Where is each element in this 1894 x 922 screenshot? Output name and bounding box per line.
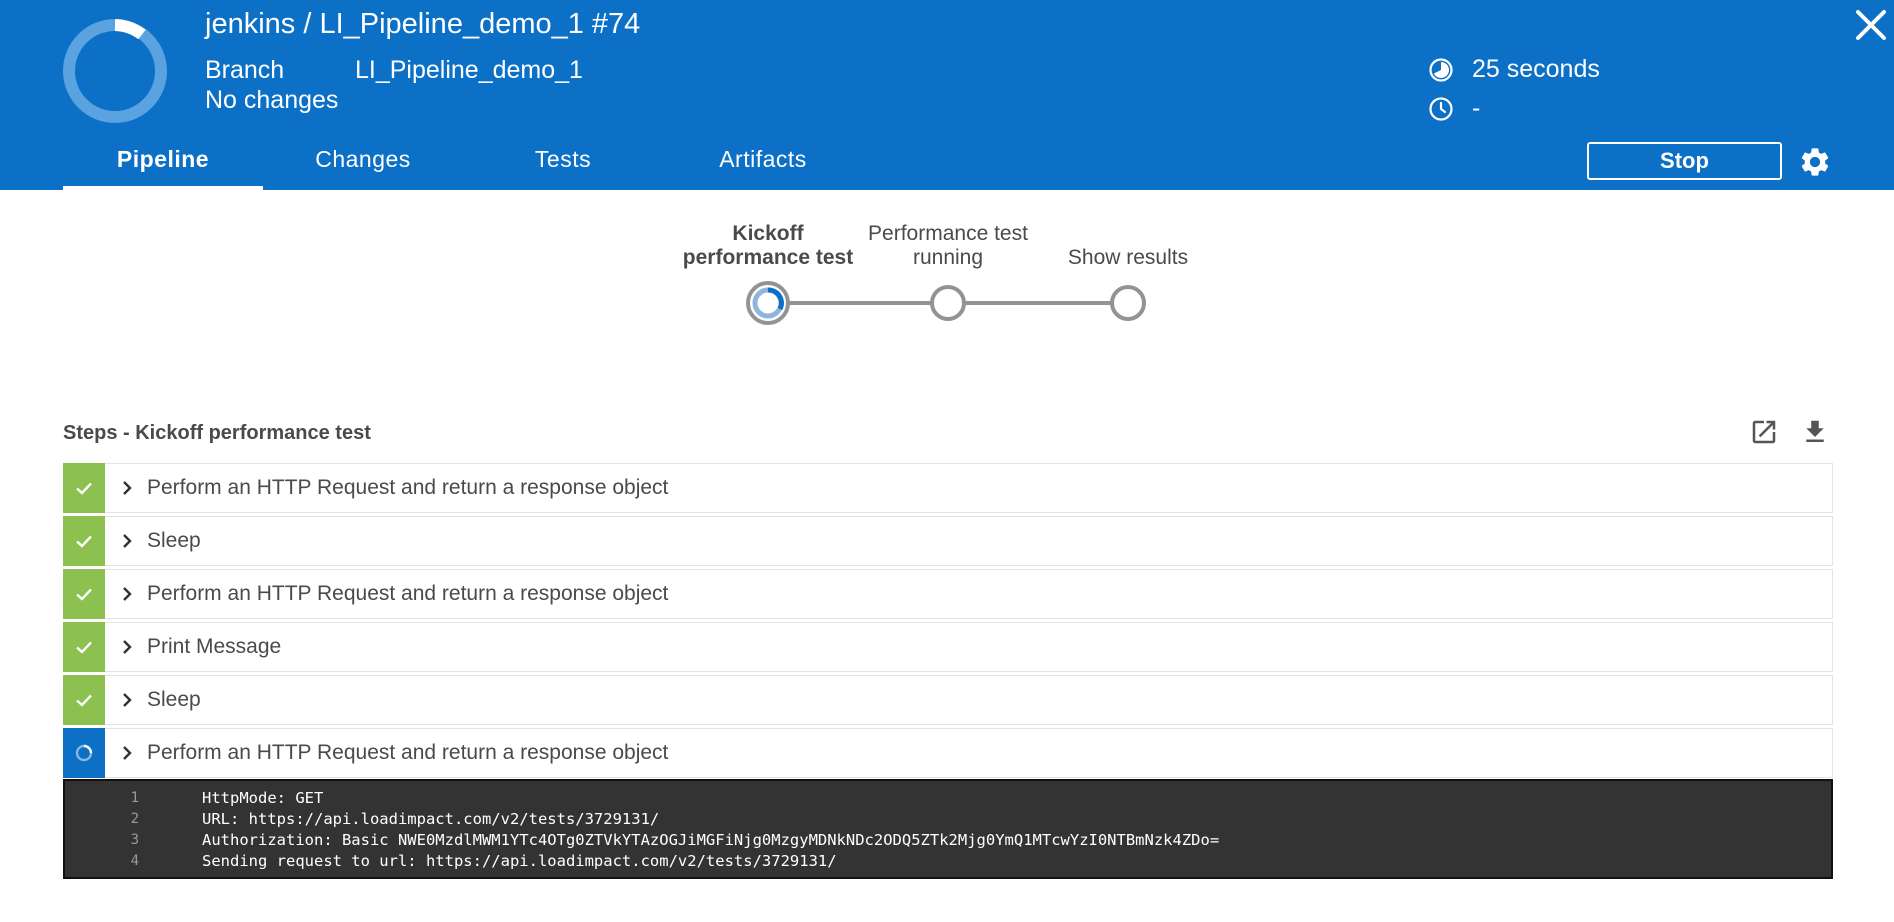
chevron-right-icon[interactable] — [115, 529, 139, 553]
check-icon — [76, 482, 92, 495]
check-icon — [76, 694, 92, 707]
step-status-success — [63, 569, 105, 619]
step-label: Print Message — [147, 635, 282, 658]
step-row[interactable]: Perform an HTTP Request and return a res… — [63, 569, 1833, 619]
duration-icon — [1429, 57, 1453, 82]
step-row[interactable]: Perform an HTTP Request and return a res… — [63, 463, 1833, 513]
chevron-right-icon[interactable] — [115, 741, 139, 765]
step-log: 1 HttpMode: GET 2 URL: https://api.loadi… — [63, 779, 1833, 879]
tab-bar: Pipeline Changes Tests Artifacts — [63, 140, 863, 190]
log-line: 1 HttpMode: GET — [65, 789, 1831, 810]
changes-summary: No changes — [205, 86, 339, 114]
step-status-success — [63, 516, 105, 566]
chevron-right-icon[interactable] — [115, 582, 139, 606]
branch-value: LI_Pipeline_demo_1 — [355, 56, 583, 84]
stage-node-queued[interactable] — [930, 285, 966, 321]
step-status-success — [63, 622, 105, 672]
check-icon — [76, 588, 92, 601]
stop-button[interactable]: Stop — [1587, 142, 1782, 180]
log-line-number[interactable]: 2 — [65, 810, 139, 831]
log-line: 4 Sending request to url: https://api.lo… — [65, 852, 1831, 873]
check-icon — [76, 641, 92, 654]
step-row[interactable]: Sleep — [63, 516, 1833, 566]
step-row[interactable]: Perform an HTTP Request and return a res… — [63, 728, 1833, 778]
tab-changes[interactable]: Changes — [263, 140, 463, 190]
step-label: Perform an HTTP Request and return a res… — [147, 741, 669, 764]
step-label: Sleep — [147, 688, 201, 711]
chevron-right-icon[interactable] — [115, 688, 139, 712]
run-header: jenkins / LI_Pipeline_demo_1 #74 Branch … — [0, 0, 1894, 190]
chevron-right-icon[interactable] — [115, 635, 139, 659]
step-label: Perform an HTTP Request and return a res… — [147, 582, 669, 605]
running-icon — [75, 744, 93, 762]
stage-node-running[interactable] — [746, 281, 790, 325]
log-line-number[interactable]: 1 — [65, 789, 139, 810]
log-line-text: Authorization: Basic NWE0MzdlMWM1YTc4OTg… — [202, 831, 1220, 849]
step-status-success — [63, 675, 105, 725]
log-line-text: URL: https://api.loadimpact.com/v2/tests… — [202, 810, 660, 828]
log-line-number[interactable]: 3 — [65, 831, 139, 852]
finished-time: - — [1428, 94, 1480, 123]
run-title: jenkins / LI_Pipeline_demo_1 #74 — [205, 8, 641, 40]
step-row[interactable]: Print Message — [63, 622, 1833, 672]
log-line: 2 URL: https://api.loadimpact.com/v2/tes… — [65, 810, 1831, 831]
stage-connector-graph — [746, 281, 1146, 325]
download-icon[interactable] — [1800, 417, 1830, 447]
duration: 25 seconds — [1428, 55, 1600, 84]
steps-title: Steps - Kickoff performance test — [63, 422, 371, 444]
finished-value: - — [1472, 94, 1481, 122]
close-icon[interactable] — [1852, 6, 1890, 44]
chevron-right-icon[interactable] — [115, 476, 139, 500]
log-line: 3 Authorization: Basic NWE0MzdlMWM1YTc4O… — [65, 831, 1831, 852]
stage-node-queued[interactable] — [1110, 285, 1146, 321]
tab-tests[interactable]: Tests — [463, 140, 663, 190]
running-ring-icon — [63, 19, 167, 123]
steps-list: Perform an HTTP Request and return a res… — [63, 463, 1833, 781]
step-label: Perform an HTTP Request and return a res… — [147, 476, 669, 499]
step-status-running — [63, 728, 105, 778]
gear-icon[interactable] — [1798, 145, 1832, 179]
tab-pipeline[interactable]: Pipeline — [63, 140, 263, 190]
step-row[interactable]: Sleep — [63, 675, 1833, 725]
check-icon — [76, 535, 92, 548]
log-line-text: HttpMode: GET — [202, 789, 324, 807]
tab-artifacts[interactable]: Artifacts — [663, 140, 863, 190]
clock-icon — [1429, 96, 1453, 121]
log-line-text: Sending request to url: https://api.load… — [202, 852, 837, 870]
log-line-number[interactable]: 4 — [65, 852, 139, 873]
step-label: Sleep — [147, 529, 201, 552]
step-status-success — [63, 463, 105, 513]
duration-value: 25 seconds — [1472, 55, 1600, 83]
branch-label: Branch — [205, 56, 285, 84]
open-external-icon[interactable] — [1749, 417, 1779, 447]
pipeline-graph: Kickoff performance test Performance tes… — [0, 190, 1894, 350]
